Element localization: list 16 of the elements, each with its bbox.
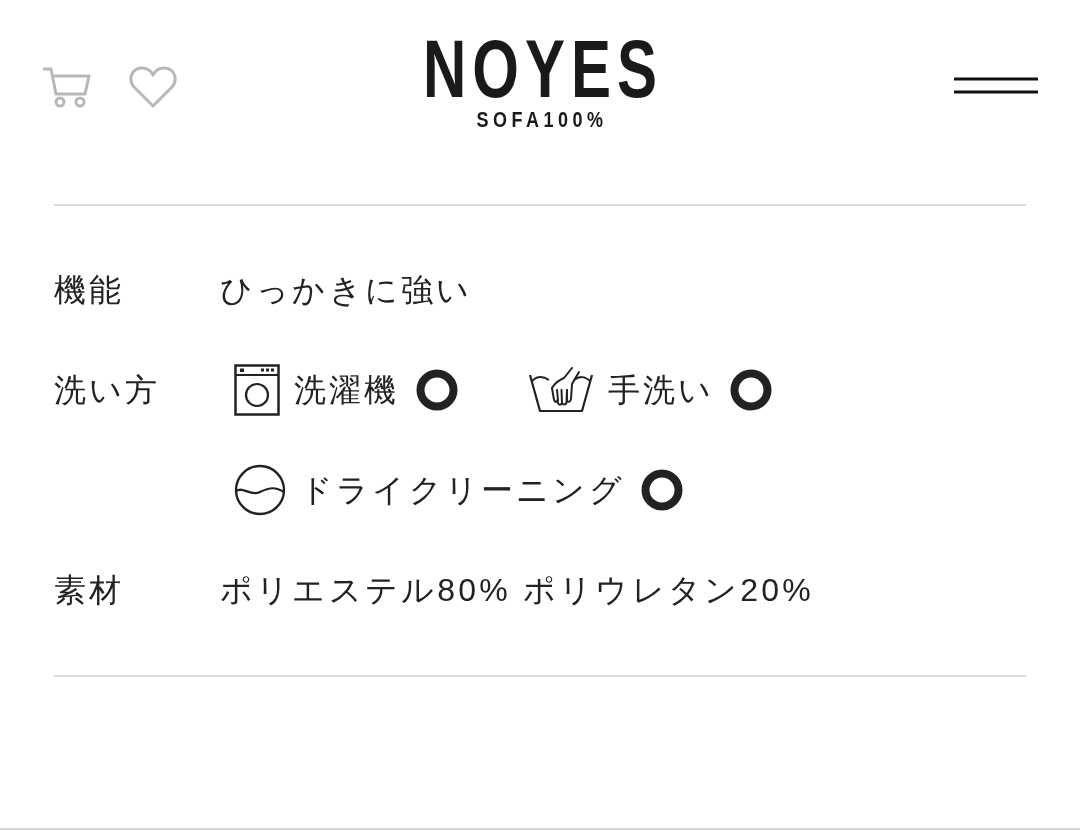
hand-wash-basin-icon xyxy=(527,367,594,413)
brand-logo: NOYES xyxy=(421,29,664,111)
heart-icon[interactable] xyxy=(129,66,177,109)
dry-clean-circle-icon xyxy=(234,464,286,516)
spec-label: 素材 xyxy=(54,571,125,610)
spec-value: ひっかきに強い xyxy=(220,271,473,310)
care-method-label: 手洗い xyxy=(607,371,715,410)
care-method-label: ドライクリーニング xyxy=(300,471,625,510)
care-method-label: 洗濯機 xyxy=(294,371,400,410)
menu-icon[interactable] xyxy=(954,77,1038,94)
spec-value: ポリエステル80% ポリウレタン20% xyxy=(220,571,814,610)
spec-label: 機能 xyxy=(54,271,125,310)
spec-label: 洗い方 xyxy=(54,371,161,410)
cart-icon[interactable] xyxy=(43,66,91,108)
washing-machine-icon xyxy=(234,364,280,416)
brand-tagline: SOFA100% xyxy=(475,109,608,131)
